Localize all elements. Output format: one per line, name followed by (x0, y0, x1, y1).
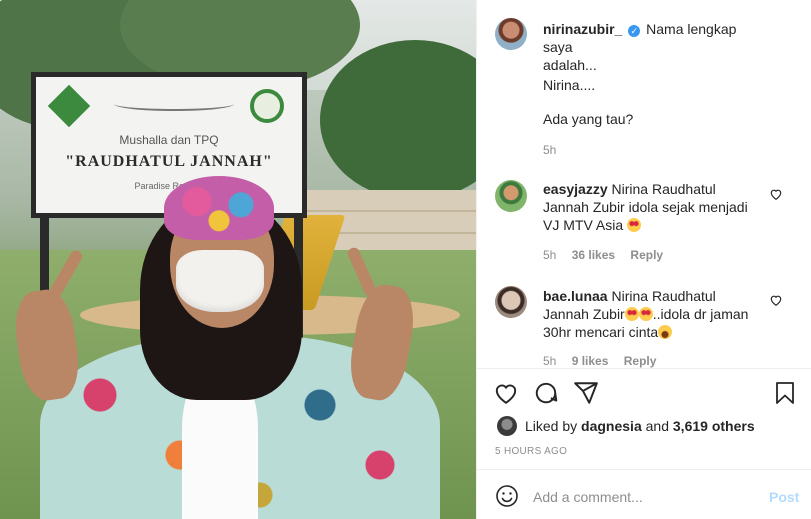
sign-logo-right (250, 89, 284, 123)
commenter-avatar[interactable] (495, 286, 527, 318)
comment-likes[interactable]: 9 likes (572, 354, 609, 368)
woman-face-mask (176, 250, 264, 312)
likes-prefix: Liked by (525, 418, 578, 434)
likes-count[interactable]: 3,619 others (673, 418, 755, 434)
sign-logo-left (47, 84, 91, 128)
heart-icon[interactable] (493, 380, 519, 406)
woman-headscarf (164, 176, 274, 240)
comment-meta: 5h 36 likes Reply (543, 248, 675, 262)
caption-line-4: Ada yang tau? (543, 111, 634, 127)
sign-subtitle: Mushalla dan TPQ (119, 133, 219, 147)
comment-reply-button[interactable]: Reply (624, 354, 657, 368)
comment-reply-button[interactable]: Reply (630, 248, 663, 262)
comment-username[interactable]: bae.lunaa (543, 288, 608, 304)
laughing-emoji-icon (658, 325, 673, 339)
comment-text: easyjazzy Nirina Raudhatul Jannah Zubir … (543, 180, 763, 234)
bookmark-icon[interactable] (773, 380, 797, 406)
author-avatar[interactable] (495, 18, 527, 50)
heart-eyes-emoji-icon (624, 307, 639, 321)
post-caption: nirinazubir_ ✓ Nama lengkap saya adalah.… (543, 20, 763, 74)
comment-like-heart-icon[interactable] (769, 293, 783, 307)
liker-avatar[interactable] (497, 416, 517, 436)
post-timestamp[interactable]: 5 HOURS AGO (495, 446, 567, 457)
commenter-avatar[interactable] (495, 180, 527, 212)
heart-eyes-emoji-icon (627, 218, 642, 232)
emoji-smile-icon[interactable] (495, 484, 519, 508)
comment-icon[interactable] (533, 380, 559, 406)
likes-middle: and (645, 418, 669, 434)
liker-username[interactable]: dagnesia (581, 418, 642, 434)
caption-time-text[interactable]: 5h (543, 143, 556, 157)
comment-like-heart-icon[interactable] (769, 187, 783, 201)
actions-divider (477, 368, 811, 369)
caption-line-3: Nirina.... (543, 77, 596, 93)
post-sidebar: nirinazubir_ ✓ Nama lengkap saya adalah.… (476, 0, 811, 519)
comment-time[interactable]: 5h (543, 354, 556, 368)
share-icon[interactable] (573, 380, 599, 406)
caption-line-2: adalah... (543, 57, 597, 73)
comment-box-divider (477, 469, 811, 470)
post-photo[interactable]: Mushalla dan TPQ "RAUDHATUL JANNAH" Para… (0, 0, 476, 519)
comment-username[interactable]: easyjazzy (543, 181, 608, 197)
photo-wall-line (300, 210, 476, 212)
comment-time[interactable]: 5h (543, 248, 556, 262)
verified-badge-icon: ✓ (628, 25, 641, 37)
heart-eyes-emoji-icon (638, 307, 653, 321)
comment-meta: 5h 9 likes Reply (543, 354, 668, 368)
comment-text: bae.lunaa Nirina Raudhatul Jannah Zubir.… (543, 287, 763, 341)
add-comment-input[interactable]: Add a comment... (533, 489, 643, 505)
author-username[interactable]: nirinazubir_ (543, 21, 622, 37)
sign-title: "RAUDHATUL JANNAH" (65, 153, 273, 170)
likes-summary: Liked by dagnesia and 3,619 others (525, 418, 755, 434)
comment-likes[interactable]: 36 likes (572, 248, 615, 262)
post-comment-button[interactable]: Post (769, 489, 799, 505)
caption-time[interactable]: 5h (543, 143, 568, 157)
sign-script (114, 97, 234, 111)
